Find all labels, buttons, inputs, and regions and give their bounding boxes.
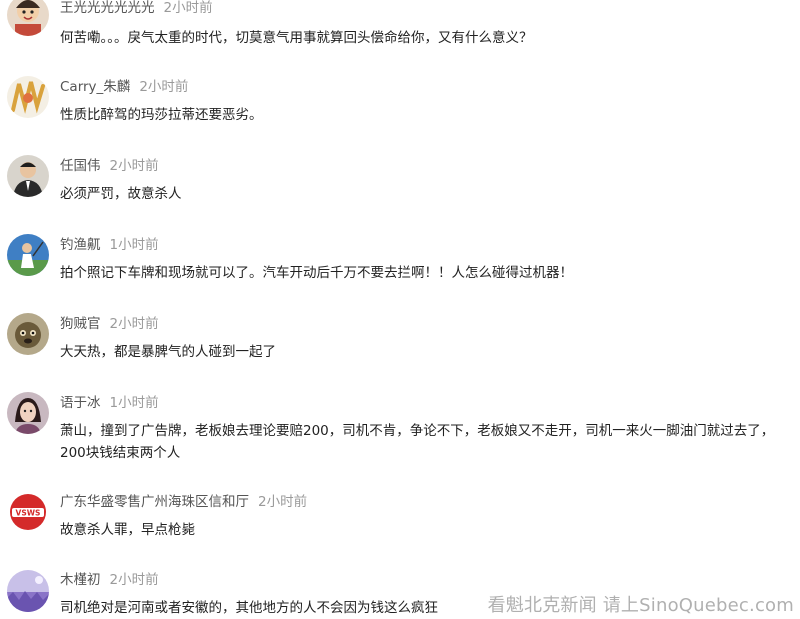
comment-meta: 狗贼官 2小时前 [60, 314, 159, 334]
timestamp: 2小时前 [109, 158, 159, 174]
comment-text: 必须严罚，故意杀人 [60, 186, 182, 202]
avatar[interactable] [7, 570, 49, 612]
timestamp: 2小时前 [163, 0, 213, 16]
avatar[interactable] [7, 76, 49, 118]
svg-text:VSWS: VSWS [16, 509, 41, 518]
timestamp: 1小时前 [109, 237, 159, 253]
timestamp: 2小时前 [109, 316, 159, 332]
timestamp: 2小时前 [139, 79, 189, 95]
comment-text: 性质比醉驾的玛莎拉蒂还要恶劣。 [60, 107, 263, 123]
username[interactable]: Carry_朱麟 [60, 79, 130, 95]
username[interactable]: 狗贼官 [60, 316, 101, 332]
comment-meta: 钓渔鼿 1小时前 [60, 235, 159, 255]
username[interactable]: 王光光光光光光 [60, 0, 155, 16]
timestamp: 1小时前 [109, 395, 159, 411]
timestamp: 2小时前 [109, 572, 159, 588]
username[interactable]: 语于冰 [60, 395, 101, 411]
username[interactable]: 木槿初 [60, 572, 101, 588]
avatar[interactable] [7, 313, 49, 355]
comment-meta: 任国伟 2小时前 [60, 156, 159, 176]
comment-meta: 广东华盛零售广州海珠区信和厅 2小时前 [60, 492, 307, 512]
username[interactable]: 任国伟 [60, 158, 101, 174]
comment-text: 萧山，撞到了广告牌，老板娘去理论要赔200，司机不肯，争论不下，老板娘又不走开，… [60, 423, 775, 461]
username[interactable]: 钓渔鼿 [60, 237, 101, 253]
avatar[interactable] [7, 0, 49, 36]
timestamp: 2小时前 [258, 494, 308, 510]
comment-meta: Carry_朱麟 2小时前 [60, 77, 188, 97]
comment-text: 故意杀人罪，早点枪毙 [60, 522, 195, 538]
avatar[interactable]: VSWS [7, 491, 49, 533]
comment-meta: 语于冰 1小时前 [60, 393, 159, 413]
avatar[interactable] [7, 155, 49, 197]
comment-page: 王光光光光光光 2小时前 何苦嘞。。。戾气太重的时代，切莫意气用事就算回头偿命给你… [0, 0, 800, 619]
comment-meta: 木槿初 2小时前 [60, 570, 159, 590]
comment-meta: 王光光光光光光 2小时前 [60, 0, 213, 18]
avatar[interactable] [7, 234, 49, 276]
watermark: 看魁北克新闻 请上SinoQuebec.com [487, 595, 794, 616]
comment-text: 何苦嘞。。。戾气太重的时代，切莫意气用事就算回头偿命给你，又有什么意义？ [60, 30, 533, 46]
avatar[interactable] [7, 392, 49, 434]
comment-text: 拍个照记下车牌和现场就可以了。汽车开动后千万不要去拦啊！！人怎么碰得过机器！ [60, 265, 573, 281]
comment-text: 大天热，都是暴脾气的人碰到一起了 [60, 344, 276, 360]
username[interactable]: 广东华盛零售广州海珠区信和厅 [60, 494, 249, 510]
